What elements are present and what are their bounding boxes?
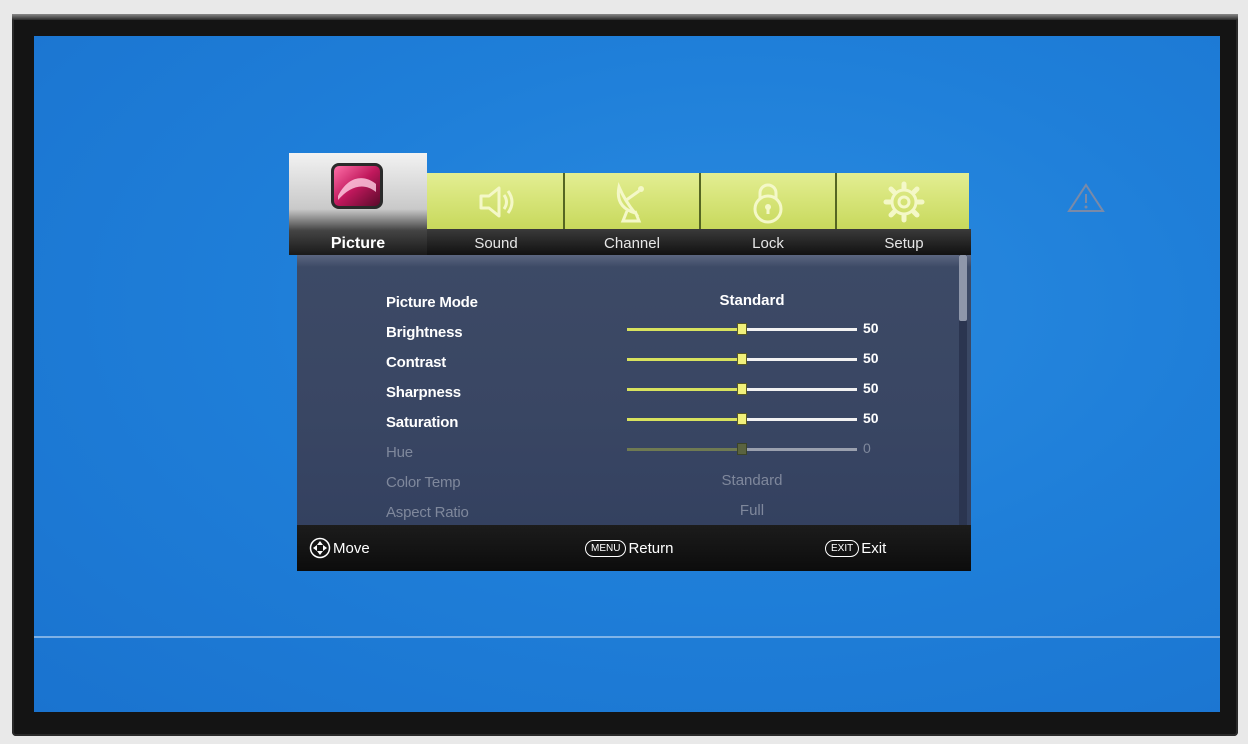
menu-row-sharpness[interactable]: Sharpness 50 <box>297 378 957 408</box>
tab-channel[interactable]: Channel <box>565 173 699 255</box>
saturation-label: Saturation <box>386 414 459 431</box>
brightness-label: Brightness <box>386 324 463 341</box>
tab-label-channel: Channel <box>604 235 660 252</box>
panel-top-highlight <box>297 255 971 267</box>
settings-panel: Picture Mode Standard Brightness 50 Cont… <box>297 255 971 525</box>
exit-key-badge: EXIT <box>825 539 860 557</box>
tab-lock[interactable]: Lock <box>701 173 835 255</box>
menu-row-aspect-ratio: Aspect Ratio Full <box>297 498 957 528</box>
tv-bezel-edge <box>12 14 1238 20</box>
exit-hint: EXIT Exit <box>825 537 886 559</box>
menu-row-picture-mode[interactable]: Picture Mode Standard <box>297 288 957 318</box>
aspect-ratio-label: Aspect Ratio <box>386 504 469 521</box>
return-hint: MENU Return <box>585 537 673 559</box>
warning-sticker-icon <box>1067 183 1105 212</box>
tab-label-setup: Setup <box>884 235 924 252</box>
slider-knob[interactable] <box>737 353 747 365</box>
saturation-slider[interactable] <box>627 413 857 425</box>
slider-knob[interactable] <box>737 323 747 335</box>
sharpness-label: Sharpness <box>386 384 461 401</box>
osd-menu: Picture Sound Channel Lock Setup Picture… <box>289 153 971 571</box>
tab-label-picture: Picture <box>330 235 386 252</box>
dpad-icon <box>309 537 331 559</box>
speaker-icon <box>479 186 514 218</box>
scroll-thumb[interactable] <box>959 255 967 321</box>
brightness-slider[interactable] <box>627 323 857 335</box>
color-temp-value: Standard <box>721 472 783 489</box>
menu-row-brightness[interactable]: Brightness 50 <box>297 318 957 348</box>
picture-icon <box>331 163 383 209</box>
contrast-slider[interactable] <box>627 353 857 365</box>
tab-label-lock: Lock <box>752 235 784 252</box>
saturation-value: 50 <box>863 410 879 426</box>
menu-row-color-temp: Color Temp Standard <box>297 468 957 498</box>
slider-fill <box>627 328 742 331</box>
gear-icon <box>883 181 925 223</box>
menu-row-contrast[interactable]: Contrast 50 <box>297 348 957 378</box>
menu-tabs: Picture Sound Channel Lock Setup <box>289 153 971 255</box>
slider-knob[interactable] <box>737 383 747 395</box>
scrollbar[interactable] <box>959 255 967 525</box>
menu-row-saturation[interactable]: Saturation 50 <box>297 408 957 438</box>
satellite-dish-icon <box>616 181 644 223</box>
color-temp-label: Color Temp <box>386 474 461 491</box>
slider-fill <box>627 418 742 421</box>
tab-setup[interactable]: Setup <box>837 173 971 255</box>
menu-footer: Move MENU Return EXIT Exit <box>297 525 971 571</box>
slider-fill <box>627 448 742 451</box>
tab-label-sound: Sound <box>474 235 518 252</box>
slider-fill <box>627 358 742 361</box>
hue-value: 0 <box>863 440 871 456</box>
contrast-value: 50 <box>863 350 879 366</box>
contrast-label: Contrast <box>386 354 447 371</box>
sharpness-slider[interactable] <box>627 383 857 395</box>
picture-mode-value[interactable]: Standard <box>697 292 807 309</box>
lock-icon <box>753 183 783 224</box>
brightness-value: 50 <box>863 320 879 336</box>
slider-knob[interactable] <box>737 413 747 425</box>
menu-key-badge: MENU <box>585 539 627 557</box>
tab-picture[interactable]: Picture <box>289 153 427 255</box>
move-hint: Move <box>309 537 370 559</box>
picture-mode-label: Picture Mode <box>386 294 478 311</box>
exit-label: Exit <box>861 539 887 557</box>
slider-fill <box>627 388 742 391</box>
return-label: Return <box>628 539 674 557</box>
screen-reflection-line <box>34 636 1220 638</box>
menu-row-hue: Hue 0 <box>297 438 957 468</box>
move-label: Move <box>333 539 370 557</box>
sharpness-value: 50 <box>863 380 879 396</box>
hue-slider <box>627 443 857 455</box>
tab-sound[interactable]: Sound <box>429 173 563 255</box>
slider-knob <box>737 443 747 455</box>
aspect-ratio-value: Full <box>739 502 765 519</box>
hue-label: Hue <box>386 444 413 461</box>
